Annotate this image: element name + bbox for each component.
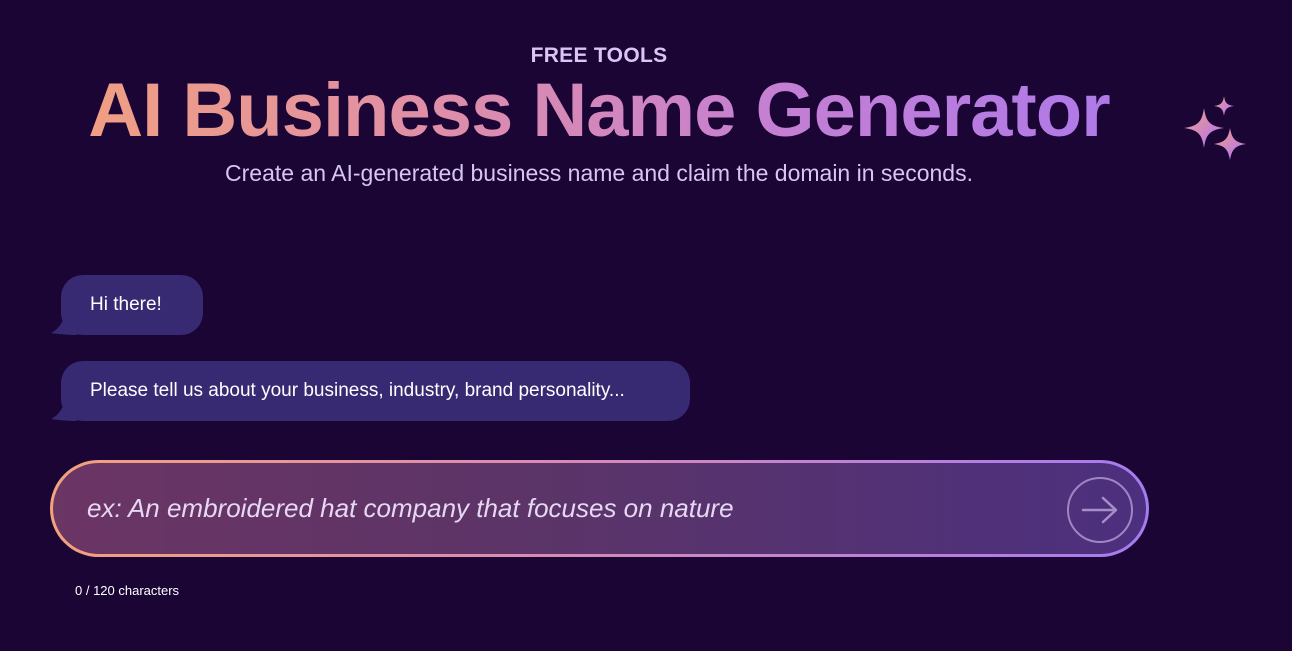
page-subtitle: Create an AI-generated business name and… bbox=[225, 160, 973, 186]
bubble-tail-icon bbox=[51, 313, 77, 335]
page-title: AI Business Name Generator bbox=[0, 66, 1198, 156]
prompt-input-field bbox=[53, 463, 1146, 554]
chat-bubble-text: Hi there! bbox=[90, 294, 162, 315]
chat-bubble: Please tell us about your business, indu… bbox=[51, 361, 690, 421]
sparkles-icon bbox=[1184, 96, 1246, 160]
eyebrow-label: FREE TOOLS bbox=[530, 44, 668, 67]
bubble-tail-icon bbox=[51, 399, 77, 421]
chat-bubble-text: Please tell us about your business, indu… bbox=[90, 380, 625, 401]
chat-bubble: Hi there! bbox=[51, 275, 203, 335]
page: FREE TOOLS AI Business Name Generator Cr… bbox=[0, 0, 1292, 651]
arrow-right-icon bbox=[1081, 496, 1118, 524]
business-description-input[interactable] bbox=[87, 463, 1047, 554]
submit-button[interactable] bbox=[1067, 477, 1133, 543]
character-counter: 0 / 120 characters bbox=[75, 583, 180, 598]
prompt-input-container bbox=[50, 460, 1149, 557]
